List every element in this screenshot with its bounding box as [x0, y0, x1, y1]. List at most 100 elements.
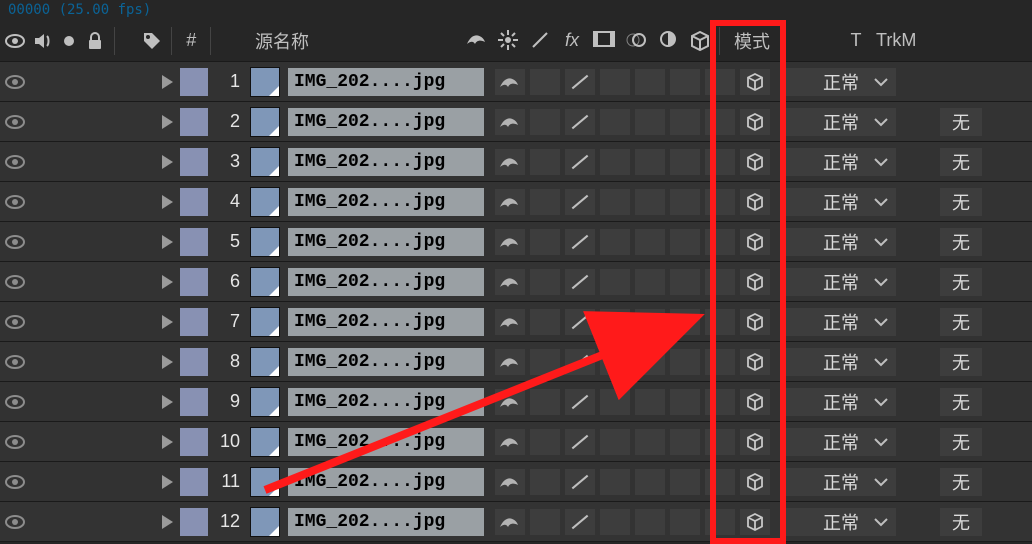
layer-row[interactable]: 9 IMG_202....jpg 正常 无 — [0, 382, 1032, 422]
quality-switch[interactable] — [562, 269, 597, 295]
motionblur-switch[interactable] — [667, 389, 702, 415]
3d-switch[interactable] — [737, 509, 772, 535]
quality-switch[interactable] — [562, 309, 597, 335]
frameblend-switch[interactable] — [632, 229, 667, 255]
layer-source-name[interactable]: IMG_202....jpg — [288, 188, 484, 216]
frameblend-switch[interactable] — [632, 69, 667, 95]
motionblur-switch[interactable] — [667, 509, 702, 535]
twirl-open[interactable] — [132, 315, 180, 329]
layer-row[interactable]: 10 IMG_202....jpg 正常 无 — [0, 422, 1032, 462]
collapse-switch[interactable] — [527, 149, 562, 175]
trkmat-dropdown[interactable]: 无 — [940, 188, 982, 216]
fx-switch[interactable] — [597, 189, 632, 215]
adjustment-switch[interactable] — [702, 149, 737, 175]
quality-switch[interactable] — [562, 69, 597, 95]
3d-switch[interactable] — [737, 309, 772, 335]
trkmat-dropdown[interactable]: 无 — [940, 508, 982, 536]
visibility-toggle[interactable] — [0, 394, 30, 410]
layer-label-color[interactable] — [180, 148, 208, 176]
collapse-switch[interactable] — [527, 109, 562, 135]
fx-switch[interactable] — [597, 509, 632, 535]
t-header[interactable]: T — [836, 30, 876, 51]
twirl-open[interactable] — [132, 115, 180, 129]
trkmat-dropdown[interactable]: 无 — [940, 108, 982, 136]
shy-switch[interactable] — [492, 69, 527, 95]
frameblend-switch[interactable] — [632, 389, 667, 415]
blend-mode-dropdown[interactable]: 正常 — [786, 148, 896, 176]
layer-label-color[interactable] — [180, 468, 208, 496]
shy-switch[interactable] — [492, 349, 527, 375]
twirl-open[interactable] — [132, 475, 180, 489]
3d-header-icon[interactable] — [687, 30, 713, 52]
layer-source-name[interactable]: IMG_202....jpg — [288, 228, 484, 256]
3d-switch[interactable] — [737, 469, 772, 495]
shy-switch[interactable] — [492, 149, 527, 175]
solo-header-icon[interactable] — [56, 34, 82, 48]
layer-source-name[interactable]: IMG_202....jpg — [288, 508, 484, 536]
layer-row[interactable]: 2 IMG_202....jpg 正常 无 — [0, 102, 1032, 142]
fx-switch[interactable] — [597, 269, 632, 295]
layer-label-color[interactable] — [180, 508, 208, 536]
shy-switch[interactable] — [492, 109, 527, 135]
layer-row[interactable]: 12 IMG_202....jpg 正常 无 — [0, 502, 1032, 542]
blend-mode-dropdown[interactable]: 正常 — [786, 348, 896, 376]
shy-switch[interactable] — [492, 309, 527, 335]
blend-mode-dropdown[interactable]: 正常 — [786, 228, 896, 256]
layer-label-color[interactable] — [180, 268, 208, 296]
twirl-open[interactable] — [132, 75, 180, 89]
layer-label-color[interactable] — [180, 68, 208, 96]
trkmat-dropdown[interactable]: 无 — [940, 388, 982, 416]
quality-switch[interactable] — [562, 149, 597, 175]
collapse-switch[interactable] — [527, 269, 562, 295]
quality-switch[interactable] — [562, 109, 597, 135]
label-header-icon[interactable] — [139, 31, 165, 51]
layer-row[interactable]: 4 IMG_202....jpg 正常 无 — [0, 182, 1032, 222]
quality-switch[interactable] — [562, 469, 597, 495]
motionblur-switch[interactable] — [667, 309, 702, 335]
twirl-open[interactable] — [132, 435, 180, 449]
layer-row[interactable]: 7 IMG_202....jpg 正常 无 — [0, 302, 1032, 342]
trkmat-dropdown[interactable]: 无 — [940, 268, 982, 296]
collapse-switch[interactable] — [527, 509, 562, 535]
layer-source-name[interactable]: IMG_202....jpg — [288, 308, 484, 336]
collapse-switch[interactable] — [527, 189, 562, 215]
mode-header[interactable]: 模式 — [726, 28, 836, 54]
fx-switch[interactable] — [597, 229, 632, 255]
twirl-open[interactable] — [132, 515, 180, 529]
fx-switch[interactable] — [597, 149, 632, 175]
adjustment-switch[interactable] — [702, 229, 737, 255]
quality-switch[interactable] — [562, 229, 597, 255]
frameblend-switch[interactable] — [632, 269, 667, 295]
collapse-header-icon[interactable] — [495, 30, 521, 52]
adjustment-switch[interactable] — [702, 389, 737, 415]
twirl-open[interactable] — [132, 195, 180, 209]
layer-label-color[interactable] — [180, 308, 208, 336]
frameblend-switch[interactable] — [632, 429, 667, 455]
trkmat-dropdown[interactable]: 无 — [940, 428, 982, 456]
quality-switch[interactable] — [562, 349, 597, 375]
audio-header-icon[interactable] — [30, 32, 56, 50]
frameblend-switch[interactable] — [632, 109, 667, 135]
fx-switch[interactable] — [597, 349, 632, 375]
fx-switch[interactable] — [597, 429, 632, 455]
trkmat-header[interactable]: TrkM — [876, 30, 920, 51]
3d-switch[interactable] — [737, 149, 772, 175]
quality-header-icon[interactable] — [527, 30, 553, 52]
layer-label-color[interactable] — [180, 388, 208, 416]
shy-switch[interactable] — [492, 429, 527, 455]
3d-switch[interactable] — [737, 269, 772, 295]
blend-mode-dropdown[interactable]: 正常 — [786, 188, 896, 216]
adjustment-switch[interactable] — [702, 309, 737, 335]
visibility-toggle[interactable] — [0, 514, 30, 530]
frameblend-switch[interactable] — [632, 469, 667, 495]
layer-row[interactable]: 5 IMG_202....jpg 正常 无 — [0, 222, 1032, 262]
collapse-switch[interactable] — [527, 349, 562, 375]
blend-mode-dropdown[interactable]: 正常 — [786, 388, 896, 416]
motionblur-switch[interactable] — [667, 149, 702, 175]
visibility-toggle[interactable] — [0, 314, 30, 330]
3d-switch[interactable] — [737, 109, 772, 135]
frameblend-switch[interactable] — [632, 349, 667, 375]
collapse-switch[interactable] — [527, 429, 562, 455]
frameblend-switch[interactable] — [632, 149, 667, 175]
visibility-toggle[interactable] — [0, 274, 30, 290]
